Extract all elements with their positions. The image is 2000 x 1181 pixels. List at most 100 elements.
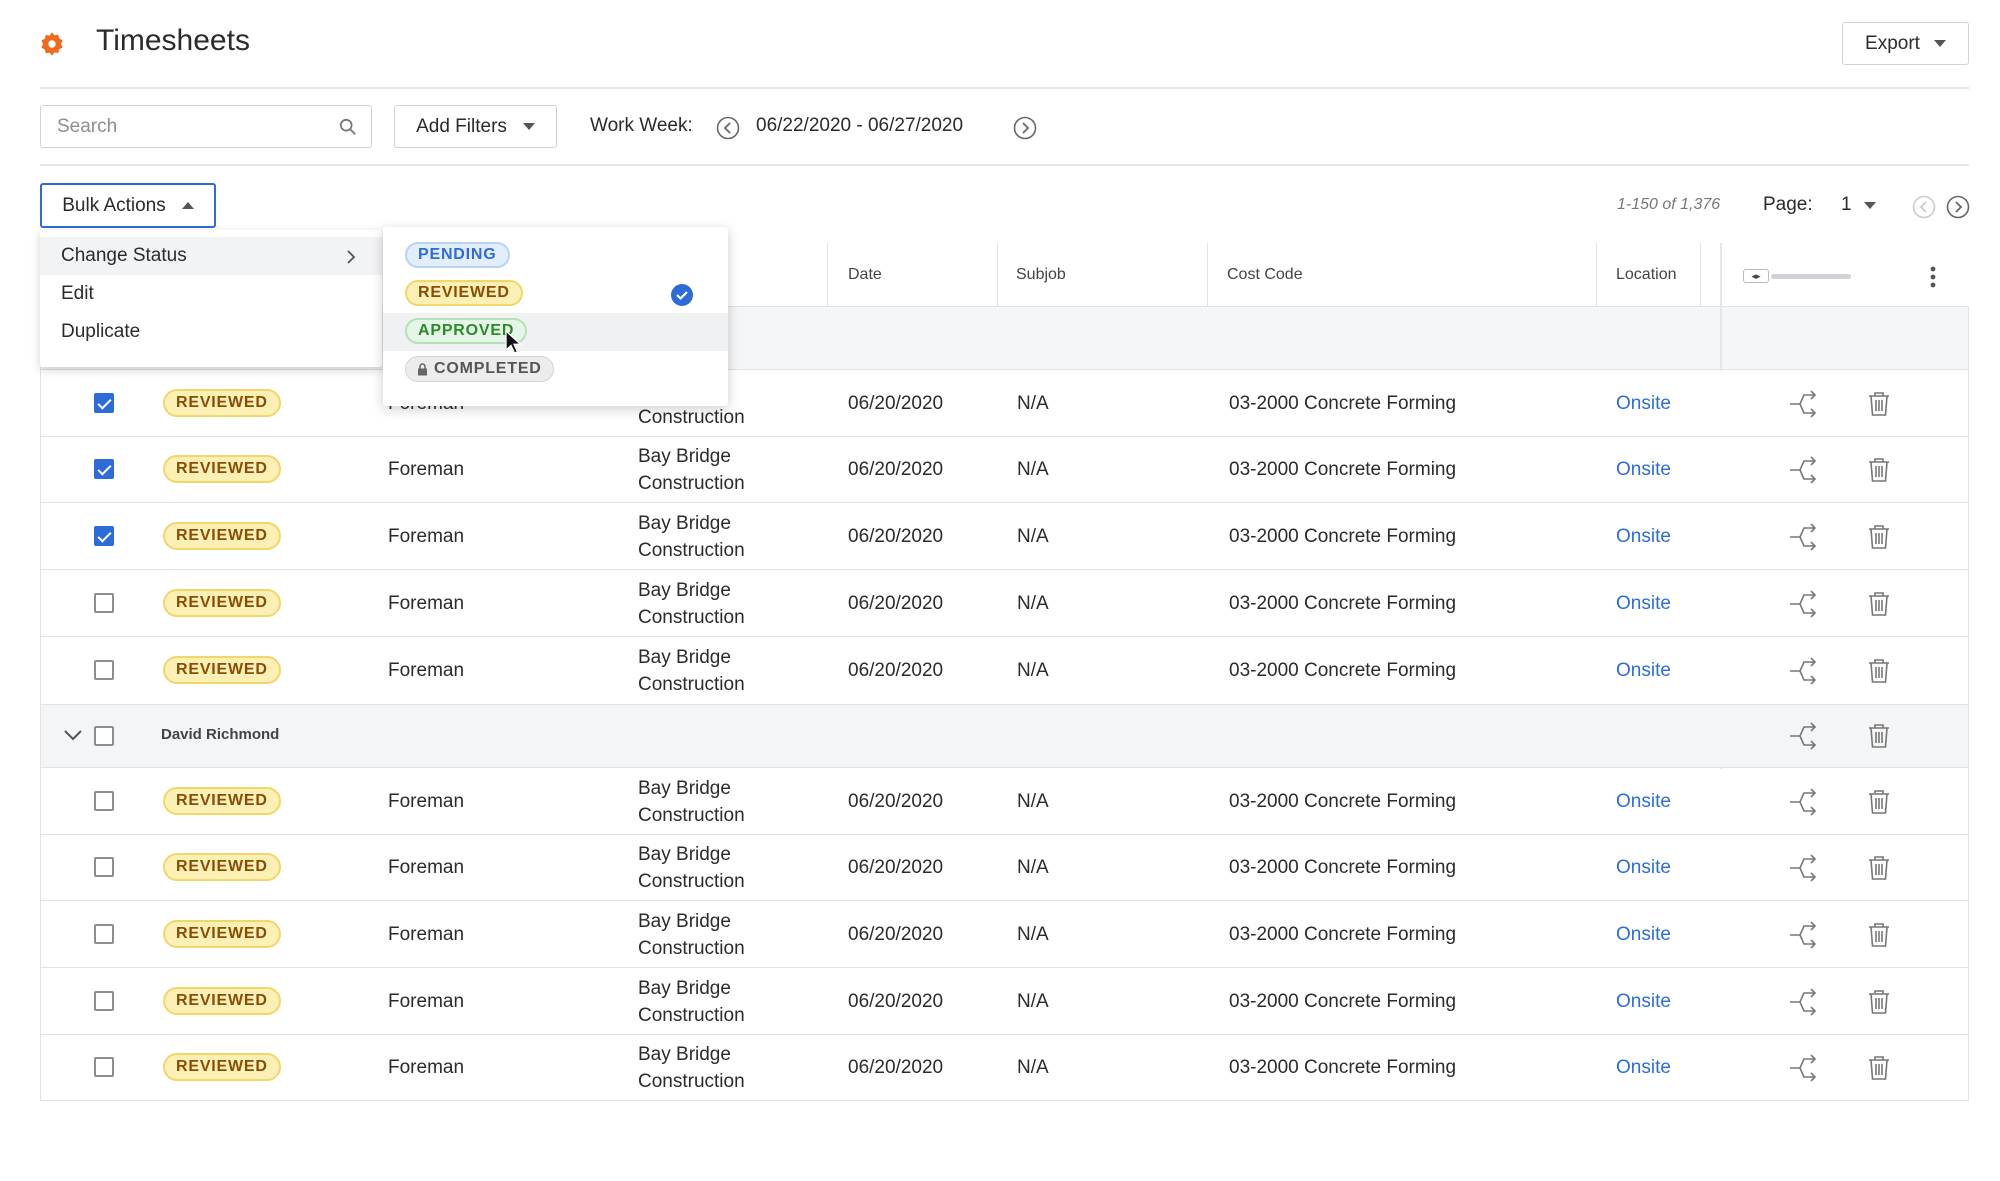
- subjob-cell: N/A: [1017, 393, 1049, 414]
- row-checkbox[interactable]: [94, 393, 114, 413]
- trash-icon[interactable]: [1867, 789, 1891, 815]
- column-header-location[interactable]: Location: [1616, 266, 1677, 284]
- split-route-icon[interactable]: [1788, 854, 1818, 882]
- split-route-icon[interactable]: [1788, 722, 1818, 750]
- status-option-completed[interactable]: COMPLETED: [383, 351, 728, 389]
- row-checkbox[interactable]: [94, 660, 114, 680]
- export-button[interactable]: Export: [1842, 22, 1969, 65]
- scroll-track[interactable]: [1771, 274, 1851, 279]
- work-week-label: Work Week:: [590, 115, 693, 136]
- search-input[interactable]: [55, 114, 339, 139]
- subjob-cell: N/A: [1017, 1057, 1049, 1078]
- column-header-date[interactable]: Date: [848, 266, 882, 284]
- trash-icon[interactable]: [1867, 658, 1891, 684]
- location-link[interactable]: Onsite: [1616, 393, 1671, 415]
- trash-icon[interactable]: [1867, 989, 1891, 1015]
- trash-icon[interactable]: [1867, 524, 1891, 550]
- location-link[interactable]: Onsite: [1616, 1057, 1671, 1079]
- next-page-icon[interactable]: [1946, 195, 1970, 219]
- table-row[interactable]: REVIEWED Foreman Bay Bridge Construction …: [41, 437, 1968, 503]
- row-checkbox[interactable]: [94, 923, 114, 944]
- table-row[interactable]: REVIEWED Foreman Bay Bridge Construction …: [41, 1035, 1968, 1101]
- split-route-icon[interactable]: [1788, 987, 1818, 1016]
- location-link[interactable]: Onsite: [1616, 924, 1671, 946]
- add-filters-button[interactable]: Add Filters: [394, 105, 557, 148]
- trash-icon[interactable]: [1867, 723, 1891, 749]
- status-option-approved[interactable]: APPROVED: [383, 313, 728, 351]
- row-checkbox[interactable]: [94, 857, 114, 877]
- location-link[interactable]: Onsite: [1616, 791, 1671, 813]
- table-row[interactable]: REVIEWED Foreman Bay Bridge Construction …: [41, 570, 1968, 637]
- search-box[interactable]: [40, 105, 372, 148]
- page-select[interactable]: 1: [1841, 194, 1876, 216]
- split-route-icon[interactable]: [1788, 456, 1818, 484]
- group-row-david-richmond[interactable]: David Richmond: [41, 705, 1968, 768]
- table-row[interactable]: REVIEWED Foreman Bay Bridge Construction …: [41, 637, 1968, 705]
- trash-icon[interactable]: [1867, 391, 1891, 417]
- table-row[interactable]: REVIEWED Foreman Construction 06/20/2020…: [41, 371, 1968, 437]
- page-title: Timesheets: [96, 24, 250, 57]
- cost-code-cell: 03-2000 Concrete Forming: [1229, 791, 1457, 812]
- subjob-cell: N/A: [1017, 990, 1049, 1012]
- table-row[interactable]: REVIEWED Foreman Bay Bridge Construction …: [41, 835, 1968, 901]
- chevron-down-icon: [1933, 40, 1946, 47]
- status-badge: REVIEWED: [163, 919, 281, 948]
- trash-icon[interactable]: [1867, 922, 1891, 948]
- trash-icon[interactable]: [1867, 457, 1891, 483]
- split-route-icon[interactable]: [1788, 589, 1818, 618]
- menu-item-duplicate[interactable]: Duplicate: [40, 313, 382, 351]
- bulk-actions-button[interactable]: Bulk Actions: [40, 183, 216, 228]
- location-link[interactable]: Onsite: [1616, 526, 1671, 548]
- previous-week-icon[interactable]: [716, 116, 740, 140]
- location-link[interactable]: Onsite: [1616, 660, 1671, 682]
- split-route-icon[interactable]: [1788, 390, 1818, 418]
- status-option-pending[interactable]: PENDING: [383, 237, 728, 275]
- chevron-down-icon[interactable]: [63, 728, 83, 742]
- group-checkbox[interactable]: [94, 726, 114, 746]
- split-route-icon[interactable]: [1788, 1054, 1818, 1082]
- column-divider: [1207, 243, 1208, 307]
- table-row[interactable]: REVIEWED Foreman Bay Bridge Construction …: [41, 503, 1968, 570]
- trash-icon[interactable]: [1867, 855, 1891, 881]
- date-cell: 06/20/2020: [848, 525, 944, 547]
- location-link[interactable]: Onsite: [1616, 991, 1671, 1013]
- row-checkbox[interactable]: [94, 592, 114, 613]
- trash-icon[interactable]: [1867, 591, 1891, 617]
- status-badge-completed: COMPLETED: [405, 356, 554, 382]
- status-badge: REVIEWED: [163, 521, 281, 550]
- split-route-icon[interactable]: [1788, 522, 1818, 551]
- add-filters-label: Add Filters: [416, 115, 507, 137]
- row-checkbox[interactable]: [94, 459, 114, 479]
- role-cell: Foreman: [388, 857, 465, 878]
- status-option-reviewed[interactable]: REVIEWED: [383, 275, 728, 313]
- split-route-icon[interactable]: [1788, 657, 1818, 685]
- column-divider: [1596, 243, 1597, 307]
- project-cell: Bay Bridge Construction: [638, 1044, 745, 1092]
- role-cell: Foreman: [388, 525, 465, 547]
- location-link[interactable]: Onsite: [1616, 857, 1671, 879]
- location-link[interactable]: Onsite: [1616, 459, 1671, 481]
- table-row[interactable]: REVIEWED Foreman Bay Bridge Construction …: [41, 901, 1968, 968]
- more-options-icon[interactable]: [1927, 264, 1939, 290]
- column-header-cost-code[interactable]: Cost Code: [1227, 266, 1303, 284]
- location-link[interactable]: Onsite: [1616, 593, 1671, 615]
- menu-item-edit[interactable]: Edit: [40, 275, 382, 313]
- status-badge: REVIEWED: [163, 853, 281, 881]
- row-checkbox[interactable]: [94, 525, 114, 546]
- row-checkbox[interactable]: [94, 990, 114, 1011]
- menu-item-change-status[interactable]: Change Status: [40, 237, 382, 275]
- table-row[interactable]: REVIEWED Foreman Bay Bridge Construction …: [41, 968, 1968, 1035]
- next-week-icon[interactable]: [1013, 116, 1037, 140]
- row-checkbox[interactable]: [94, 1057, 114, 1077]
- column-header-subjob[interactable]: Subjob: [1016, 266, 1066, 284]
- previous-page-icon[interactable]: [1912, 195, 1936, 219]
- column-scroller[interactable]: ◂▸: [1743, 266, 1853, 286]
- split-route-icon[interactable]: [1788, 920, 1818, 949]
- cost-code-cell: 03-2000 Concrete Forming: [1229, 393, 1457, 414]
- table-row[interactable]: REVIEWED Foreman Bay Bridge Construction …: [41, 769, 1968, 835]
- split-route-icon[interactable]: [1788, 788, 1818, 816]
- row-checkbox[interactable]: [94, 791, 114, 811]
- trash-icon[interactable]: [1867, 1055, 1891, 1081]
- scroll-handle-icon[interactable]: ◂▸: [1743, 269, 1769, 283]
- filter-divider: [40, 164, 1969, 166]
